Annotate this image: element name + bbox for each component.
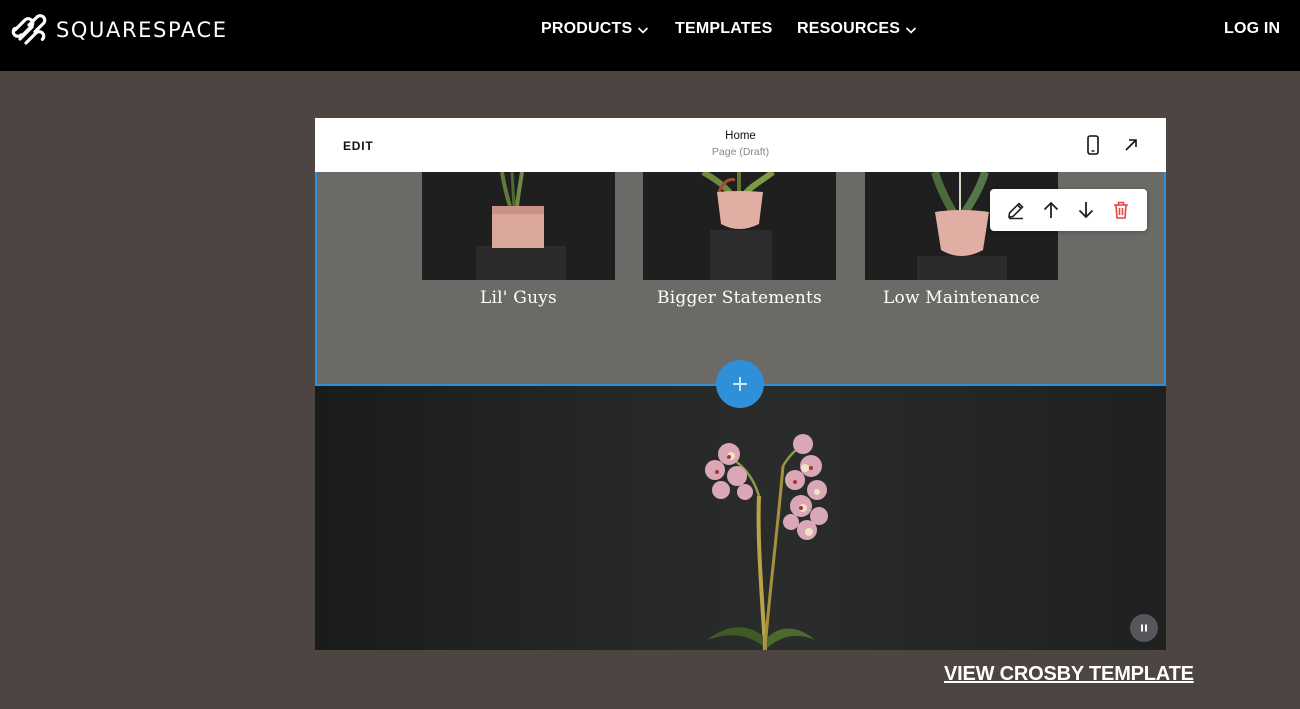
pause-icon: [1141, 624, 1147, 632]
card-label[interactable]: Low Maintenance: [865, 288, 1058, 308]
login-label: LOG IN: [1224, 20, 1281, 37]
orchid-photo: [705, 434, 828, 650]
section-toolbar: [990, 189, 1147, 231]
plant-photo: [422, 172, 615, 280]
nav-templates[interactable]: TEMPLATES: [675, 20, 773, 38]
view-template-link[interactable]: VIEW CROSBY TEMPLATE: [944, 663, 1194, 686]
login-link[interactable]: LOG IN: [1224, 20, 1280, 38]
squarespace-logo-icon: [11, 14, 47, 45]
hero-image-section[interactable]: [315, 386, 1166, 650]
page-status: Page (Draft): [711, 146, 770, 158]
mobile-preview-icon[interactable]: [1082, 134, 1104, 156]
arrow-up-icon[interactable]: [1040, 199, 1062, 221]
pencil-icon[interactable]: [1005, 199, 1027, 221]
chevron-down-icon: [906, 27, 917, 34]
trash-icon[interactable]: [1110, 199, 1132, 221]
nav-templates-label: TEMPLATES: [675, 20, 773, 37]
add-section-button[interactable]: [716, 360, 764, 408]
nav-products-label: PRODUCTS: [541, 20, 633, 37]
nav-resources-label: RESOURCES: [797, 20, 901, 37]
editor-header-bar: EDIT Home Page (Draft): [315, 118, 1166, 172]
nav-resources[interactable]: RESOURCES: [797, 20, 917, 38]
plus-icon: [733, 377, 747, 391]
plant-card-image[interactable]: [643, 172, 836, 280]
selected-section[interactable]: Lil' Guys Bigger Statements Low Maintena…: [315, 172, 1166, 386]
site-editor-preview: EDIT Home Page (Draft) Lil' Guys Bigger …: [315, 118, 1166, 650]
card-label[interactable]: Bigger Statements: [643, 288, 836, 308]
page-title: Home: [725, 130, 756, 142]
pause-button[interactable]: [1130, 614, 1158, 642]
chevron-down-icon: [638, 27, 649, 34]
plant-card-image[interactable]: [422, 172, 615, 280]
nav-products[interactable]: PRODUCTS: [541, 20, 649, 38]
plant-photo: [643, 172, 836, 280]
squarespace-logo[interactable]: SQUARESPACE: [11, 14, 228, 46]
brand-name: SQUARESPACE: [56, 18, 228, 42]
card-label[interactable]: Lil' Guys: [422, 288, 615, 308]
expand-icon[interactable]: [1120, 134, 1142, 156]
hidden-heading-fragment: [590, 56, 790, 76]
arrow-down-icon[interactable]: [1075, 199, 1097, 221]
